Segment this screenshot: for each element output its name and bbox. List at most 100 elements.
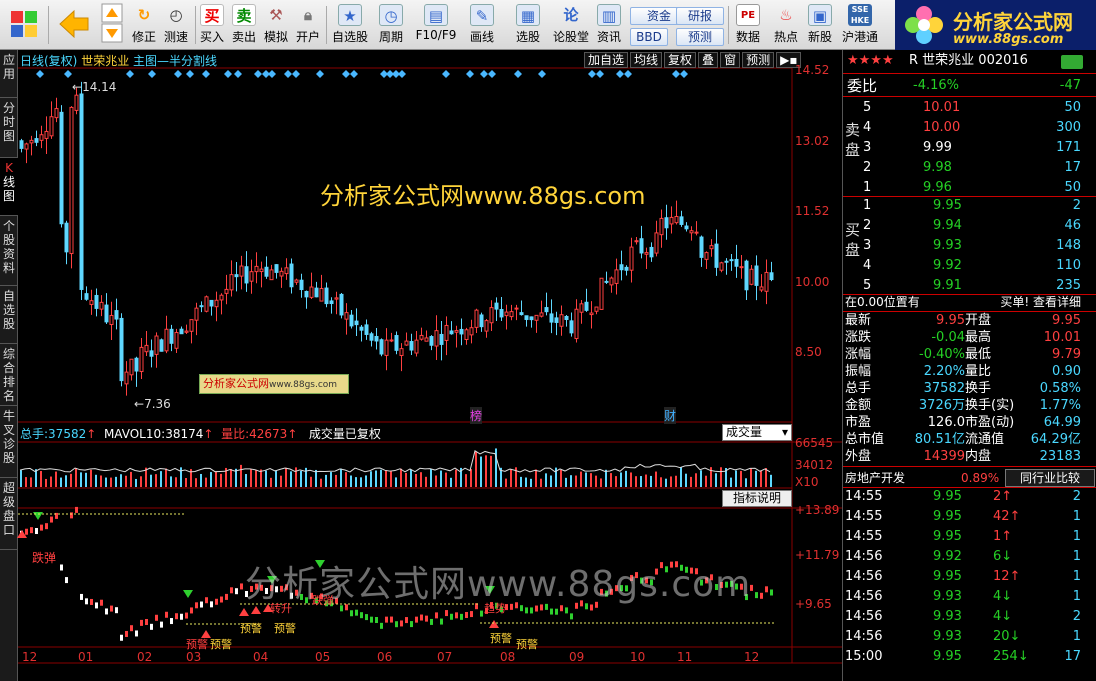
volume-bar <box>770 474 772 487</box>
candle-body <box>99 301 104 310</box>
indicator-mark <box>65 577 68 584</box>
indicator-mark <box>555 608 558 615</box>
adjust-tool[interactable]: 复权 <box>664 52 697 68</box>
event-diamond[interactable] <box>234 70 242 78</box>
volume-bar <box>535 469 537 487</box>
volume-bar <box>320 478 322 487</box>
event-diamond[interactable] <box>202 70 210 78</box>
volume-indicator-dropdown[interactable]: 成交量 <box>722 424 792 441</box>
candle-body <box>39 134 44 141</box>
event-diamond[interactable] <box>292 70 300 78</box>
volume-bar <box>720 467 722 487</box>
volume-bar <box>525 477 527 487</box>
volume-bar <box>55 471 57 487</box>
industry-compare-button[interactable]: 同行业比较 <box>1005 469 1095 487</box>
event-diamond[interactable] <box>148 70 156 78</box>
event-diamond[interactable] <box>672 70 680 78</box>
event-diamond[interactable] <box>480 70 488 78</box>
candle-body <box>619 264 624 271</box>
volume-bar <box>595 475 597 487</box>
overlay-tool[interactable]: 叠 <box>698 52 719 68</box>
volume-bar <box>50 476 52 487</box>
volume-bar <box>405 472 407 487</box>
volume-bar <box>230 468 232 487</box>
event-diamond[interactable] <box>680 70 688 78</box>
event-diamond[interactable] <box>488 70 496 78</box>
volume-bar <box>665 478 667 487</box>
event-diamond[interactable] <box>342 70 350 78</box>
candle-body <box>744 260 749 291</box>
volume-bar <box>255 469 257 487</box>
event-diamond[interactable] <box>284 70 292 78</box>
event-diamond[interactable] <box>588 70 596 78</box>
indicator-mark <box>460 613 463 620</box>
candle-body <box>54 108 59 119</box>
event-diamond[interactable] <box>174 70 182 78</box>
pie-icon[interactable] <box>1061 55 1083 69</box>
volume-scale-label: X10 <box>795 475 819 489</box>
event-diamond[interactable] <box>442 70 450 78</box>
forecast-tool[interactable]: 预测 <box>742 52 775 68</box>
volume-bar <box>115 476 117 487</box>
candle-body <box>169 328 174 344</box>
candle-body <box>484 320 489 332</box>
volume-bar <box>470 469 472 487</box>
volume-bar <box>330 472 332 487</box>
event-diamond[interactable] <box>514 70 522 78</box>
volume-bars <box>19 448 772 487</box>
event-diamond[interactable] <box>398 70 406 78</box>
month-tick: 11 <box>677 650 693 664</box>
toolbar-sh-hk-button[interactable]: SSE HKE 沪港通 <box>840 3 880 47</box>
event-diamond[interactable] <box>538 70 546 78</box>
candle-body <box>324 287 329 305</box>
indicator-mark <box>550 608 553 615</box>
add-watchlist-tool[interactable]: 加自选 <box>584 52 629 68</box>
stat-row: 总手 37582 换手 0.58% <box>845 381 1081 396</box>
event-diamond[interactable] <box>126 70 134 78</box>
volume-bar <box>75 468 77 487</box>
event-diamond[interactable] <box>466 70 474 78</box>
indicator-mark <box>360 612 363 619</box>
volume-bar <box>125 475 127 487</box>
candle-body <box>584 301 589 311</box>
month-tick: 09 <box>569 650 585 664</box>
candle-body <box>49 116 54 137</box>
candle-body <box>419 334 424 340</box>
event-diamond[interactable] <box>186 70 194 78</box>
volume-bar <box>570 475 572 487</box>
ma-tool[interactable]: 均线 <box>630 52 663 68</box>
event-diamond[interactable] <box>36 70 44 78</box>
volume-bar <box>250 469 252 487</box>
event-diamond[interactable] <box>616 70 624 78</box>
event-diamond[interactable] <box>254 70 262 78</box>
event-diamond[interactable] <box>624 70 632 78</box>
volume-bar <box>755 470 757 487</box>
event-diamond[interactable] <box>64 70 72 78</box>
volume-bar <box>435 475 437 487</box>
event-diamond[interactable] <box>268 70 276 78</box>
indicator-mark <box>355 609 358 616</box>
event-diamond[interactable] <box>316 70 324 78</box>
candle-body <box>539 312 544 317</box>
event-mark-list[interactable]: 榜 <box>470 407 483 424</box>
candle-body <box>414 339 419 354</box>
rating-stars: ★★★★ <box>847 53 894 68</box>
volume-bar <box>210 472 212 487</box>
candle-body <box>349 314 354 327</box>
candle-body <box>489 307 494 324</box>
indicator-help-button[interactable]: 指标说明 <box>722 490 792 507</box>
candle-body <box>224 288 229 294</box>
volume-bar <box>630 472 632 487</box>
event-mark-finance[interactable]: 财 <box>664 407 677 424</box>
volume-bar <box>615 476 617 487</box>
event-diamond[interactable] <box>596 70 604 78</box>
indicator-mark <box>125 630 128 637</box>
volume-bar <box>90 469 92 487</box>
window-tool[interactable]: 窗 <box>720 52 741 68</box>
indicator-mark <box>230 587 233 594</box>
tick-row: 14:55 9.95 1↑ 1 <box>845 529 1081 544</box>
volume-bar <box>545 473 547 487</box>
event-diamond[interactable] <box>224 70 232 78</box>
event-diamond[interactable] <box>350 70 358 78</box>
candle-body <box>239 265 244 277</box>
